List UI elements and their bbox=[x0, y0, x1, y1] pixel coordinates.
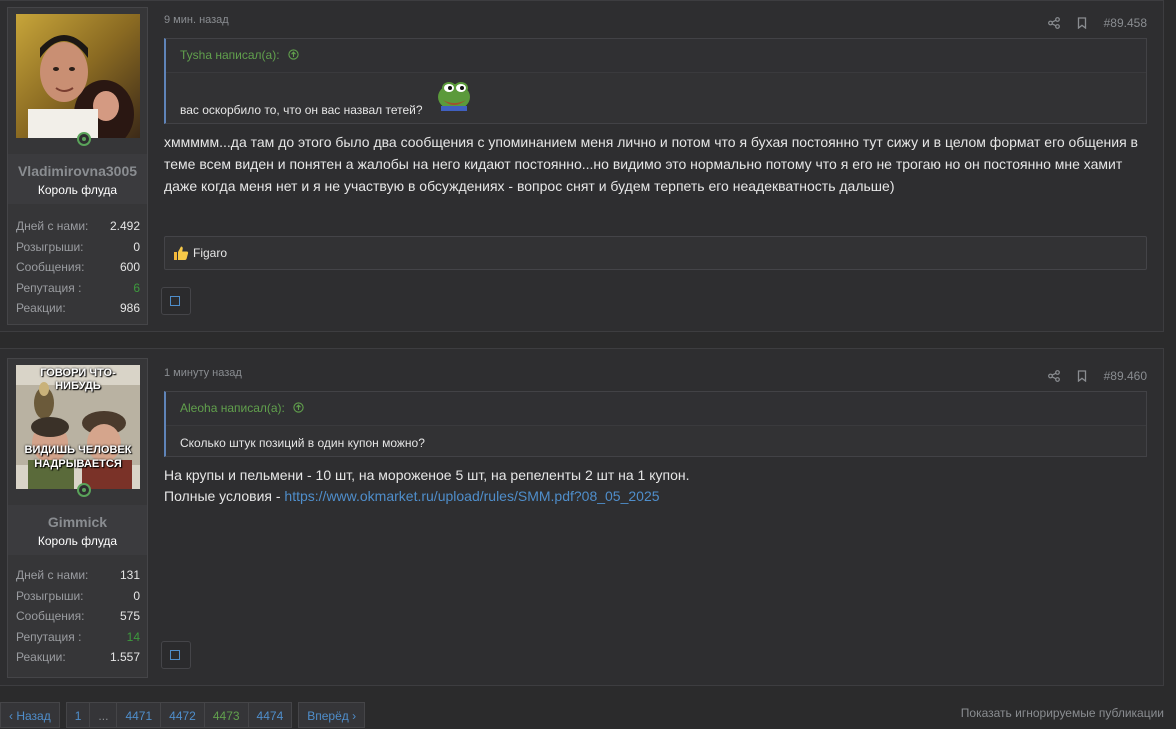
stat-reactions-value: 986 bbox=[119, 301, 140, 316]
share-icon[interactable] bbox=[1047, 17, 1060, 29]
post-89458: Vladimirovna3005 Король флуда Дней с нам… bbox=[0, 0, 1164, 332]
reactions-bar[interactable]: Figaro bbox=[164, 236, 1147, 270]
select-post-checkbox[interactable] bbox=[161, 287, 191, 315]
thumbs-up-icon bbox=[174, 246, 189, 260]
user-info-panel: Vladimirovna3005 Король флуда Дней с нам… bbox=[7, 7, 148, 325]
message-line-2-prefix: Полные условия - bbox=[164, 488, 285, 504]
pagination-next-button[interactable]: Вперёд › bbox=[298, 702, 366, 728]
user-info-panel: ГОВОРИ ЧТО-НИБУДЬ ВИДИШЬ ЧЕЛОВЕК НАДРЫВА… bbox=[7, 358, 148, 678]
avatar-caption-top: ГОВОРИ ЧТО-НИБУДЬ bbox=[40, 367, 116, 392]
show-ignored-link[interactable]: Показать игнорируемые публикации bbox=[961, 706, 1164, 720]
stat-reputation-label: Репутация : bbox=[16, 629, 82, 644]
stat-reputation-label: Репутация : bbox=[16, 280, 82, 295]
stat-giveaways-value: 0 bbox=[133, 239, 140, 254]
user-stats: Дней с нами: 131 Розыгрыши: 0 Сообщения: 57… bbox=[16, 565, 140, 668]
avatar[interactable] bbox=[16, 14, 140, 146]
online-status-icon bbox=[77, 132, 91, 146]
avatar-image[interactable] bbox=[16, 14, 140, 138]
post-number-link[interactable]: #89.458 bbox=[1104, 16, 1147, 30]
stat-reactions-label: Реакции: bbox=[16, 301, 66, 316]
avatar[interactable]: ГОВОРИ ЧТО-НИБУДЬ ВИДИШЬ ЧЕЛОВЕК НАДРЫВА… bbox=[16, 365, 140, 497]
bookmark-icon[interactable] bbox=[1076, 17, 1088, 29]
bookmark-icon[interactable] bbox=[1076, 370, 1088, 382]
message-text: хммммм...да там до этого было два сообще… bbox=[164, 134, 1138, 194]
username[interactable]: Gimmick bbox=[8, 514, 147, 530]
page-link-4474[interactable]: 4474 bbox=[247, 702, 293, 728]
jump-to-quote-icon[interactable] bbox=[293, 402, 304, 413]
post-timestamp[interactable]: 1 минуту назад bbox=[164, 367, 242, 379]
message-text: На крупы и пельмени - 10 шт, на морожено… bbox=[164, 465, 1139, 507]
stat-reputation-value: 6 bbox=[133, 280, 140, 295]
post-89460: ГОВОРИ ЧТО-НИБУДЬ ВИДИШЬ ЧЕЛОВЕК НАДРЫВА… bbox=[0, 348, 1164, 686]
user-title: Король флуда bbox=[37, 183, 118, 197]
select-post-checkbox[interactable] bbox=[161, 641, 191, 669]
stat-giveaways-value: 0 bbox=[133, 588, 140, 603]
stat-messages-label: Сообщения: bbox=[16, 609, 85, 624]
stat-messages-label: Сообщения: bbox=[16, 260, 85, 275]
stat-reputation-value: 14 bbox=[126, 629, 140, 644]
pagination-prev-label: Назад bbox=[16, 709, 51, 723]
stat-giveaways-label: Розыгрыши: bbox=[16, 588, 84, 603]
page-link-4471[interactable]: 4471 bbox=[116, 702, 162, 728]
pepe-emoji-icon bbox=[438, 82, 470, 111]
stat-giveaways-label: Розыгрыши: bbox=[16, 239, 84, 254]
stat-messages-value: 575 bbox=[119, 609, 140, 624]
avatar-caption-bottom: ВИДИШЬ ЧЕЛОВЕК НАДРЫВАЕТСЯ bbox=[24, 444, 132, 470]
pagination-next-label: Вперёд bbox=[307, 709, 349, 723]
message-line-1: На крупы и пельмени - 10 шт, на морожено… bbox=[164, 467, 690, 483]
pagination: ‹ Назад 1 ... 4471 4472 4473 4474 Вперёд… bbox=[0, 702, 366, 728]
pagination-prev-button[interactable]: ‹ Назад bbox=[0, 702, 60, 728]
stat-messages-value: 600 bbox=[119, 260, 140, 275]
quote-text: вас оскорбило то, что он вас назвал тете… bbox=[180, 103, 423, 117]
username[interactable]: Vladimirovna3005 bbox=[8, 163, 147, 179]
page-ellipsis[interactable]: ... bbox=[89, 702, 118, 728]
post-timestamp[interactable]: 9 мин. назад bbox=[164, 14, 229, 26]
stat-days-value: 131 bbox=[119, 568, 140, 583]
user-title: Король флуда bbox=[37, 534, 118, 548]
stat-reactions-value: 1.557 bbox=[109, 650, 140, 665]
stat-days-label: Дней с нами: bbox=[16, 219, 89, 234]
post-number-link[interactable]: #89.460 bbox=[1104, 369, 1147, 383]
quote-block: Aleoha написал(а): Сколько штук позиций … bbox=[164, 391, 1147, 457]
message-line-2: Полные условия - https://www.okmarket.ru… bbox=[164, 486, 1139, 507]
quote-text: Сколько штук позиций в один купон можно? bbox=[180, 436, 425, 450]
share-icon[interactable] bbox=[1047, 370, 1060, 382]
stat-days-value: 2.492 bbox=[109, 219, 140, 234]
reaction-user[interactable]: Figaro bbox=[193, 246, 227, 260]
stat-days-label: Дней с нами: bbox=[16, 568, 89, 583]
stat-reactions-label: Реакции: bbox=[16, 650, 66, 665]
quote-author[interactable]: Aleoha написал(а): bbox=[180, 401, 285, 415]
quote-author[interactable]: Tysha написал(а): bbox=[180, 48, 280, 62]
conditions-link[interactable]: https://www.okmarket.ru/upload/rules/SMM… bbox=[284, 488, 659, 504]
quote-block: Tysha написал(а): вас оскорбило то, что … bbox=[164, 38, 1147, 124]
page-link-current[interactable]: 4473 bbox=[203, 702, 249, 728]
page-link-1[interactable]: 1 bbox=[65, 702, 91, 728]
user-stats: Дней с нами: 2.492 Розыгрыши: 0 Сообщения:… bbox=[16, 216, 140, 319]
page-link-4472[interactable]: 4472 bbox=[160, 702, 205, 728]
jump-to-quote-icon[interactable] bbox=[288, 49, 299, 60]
online-status-icon bbox=[77, 483, 91, 497]
